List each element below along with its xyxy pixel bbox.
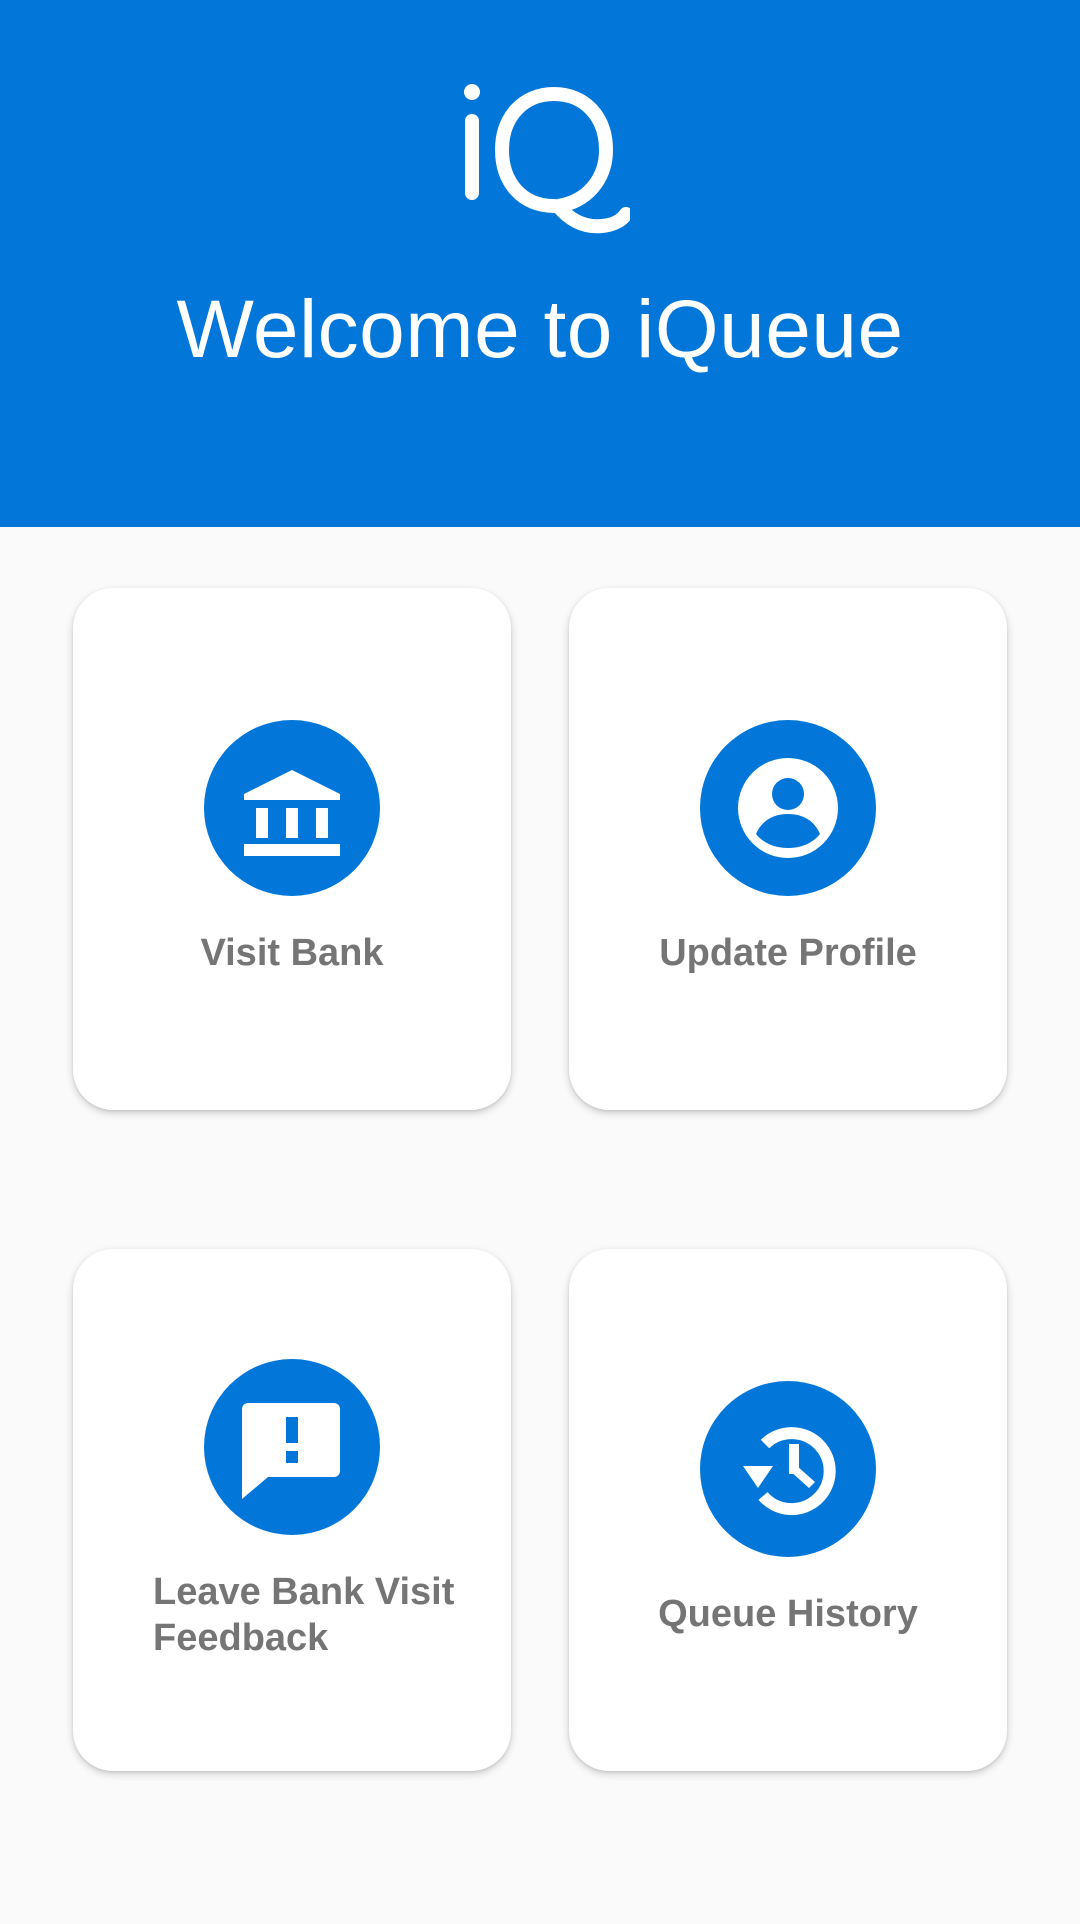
- bank-icon: [204, 720, 380, 896]
- iqueue-logo: [464, 84, 630, 234]
- feedback-icon: [204, 1359, 380, 1535]
- update-profile-label: Update Profile: [659, 932, 917, 974]
- update-profile-card[interactable]: Update Profile: [569, 588, 1007, 1110]
- visit-bank-card[interactable]: Visit Bank: [73, 588, 511, 1110]
- history-icon: [700, 1381, 876, 1557]
- account-circle-icon: [700, 720, 876, 896]
- welcome-title: Welcome to iQueue: [176, 284, 904, 375]
- queue-history-card[interactable]: Queue History: [569, 1249, 1007, 1771]
- visit-bank-label: Visit Bank: [200, 932, 384, 974]
- header-banner: Welcome to iQueue: [0, 0, 1080, 527]
- queue-history-label: Queue History: [658, 1593, 918, 1635]
- leave-feedback-label: Leave Bank Visit Feedback: [153, 1571, 455, 1659]
- leave-feedback-card[interactable]: Leave Bank Visit Feedback: [73, 1249, 511, 1771]
